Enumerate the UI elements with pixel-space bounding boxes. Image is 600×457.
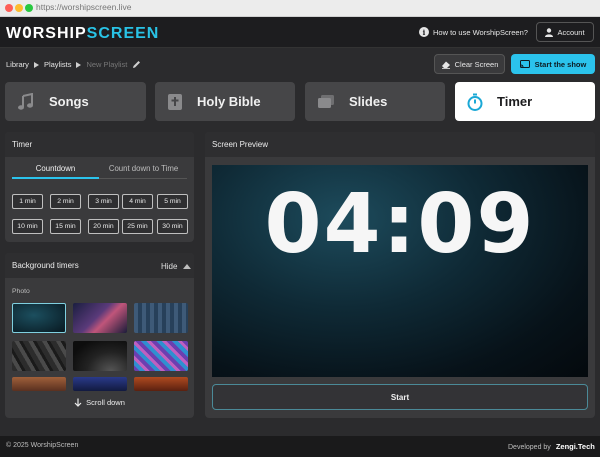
timer-panel: Timer Countdown Count down to Time 1 min…: [5, 132, 194, 242]
tab-holy-bible-label: Holy Bible: [197, 94, 261, 109]
start-timer-button[interactable]: Start: [212, 384, 588, 410]
preview-screen: 04:09: [212, 165, 588, 377]
breadcrumb-playlists[interactable]: Playlists: [44, 60, 72, 69]
active-tab-indicator: [12, 177, 99, 179]
preset-25-min[interactable]: 25 min: [122, 219, 153, 234]
background-thumbnail[interactable]: [134, 341, 188, 371]
breadcrumb-library[interactable]: Library: [6, 60, 29, 69]
preset-30-min[interactable]: 30 min: [157, 219, 188, 234]
background-thumbnail[interactable]: [12, 341, 66, 371]
stopwatch-icon: [467, 93, 483, 111]
developed-by-label: Developed by: [508, 444, 551, 451]
tab-timer[interactable]: Timer: [455, 82, 595, 121]
chevron-right-icon: [33, 61, 39, 68]
tab-songs[interactable]: Songs: [5, 82, 146, 121]
footer: © 2025 WorshipScreen Developed by Zengi.T…: [0, 436, 600, 457]
how-to-label: How to use WorshipScreen?: [433, 27, 528, 37]
hide-toggle[interactable]: Hide: [161, 262, 192, 271]
copyright-text: © 2025 WorshipScreen: [6, 442, 79, 449]
tab-count-down-to-time[interactable]: Count down to Time: [100, 164, 187, 173]
photo-section-label: Photo: [12, 288, 30, 295]
preset-4-min[interactable]: 4 min: [122, 194, 153, 209]
how-to-link[interactable]: i How to use WorshipScreen?: [419, 27, 528, 37]
clear-screen-label: Clear Screen: [454, 59, 499, 69]
scroll-down-button[interactable]: Scroll down: [5, 398, 194, 407]
maximize-window-icon[interactable]: [25, 4, 33, 12]
tab-songs-label: Songs: [49, 94, 89, 109]
address-bar[interactable]: https://worshipscreen.live: [36, 2, 131, 12]
app-header: WORSHIPSCREEN i How to use WorshipScreen…: [0, 17, 600, 48]
start-show-label: Start the show: [534, 59, 587, 69]
eraser-icon: [441, 61, 450, 69]
developer-credit: Developed by Zengi.Tech: [508, 442, 595, 451]
chevron-up-icon: [183, 264, 192, 269]
clear-screen-button[interactable]: Clear Screen: [434, 54, 505, 74]
account-button[interactable]: Account: [536, 22, 594, 42]
preset-10-min[interactable]: 10 min: [12, 219, 43, 234]
background-thumbnail[interactable]: [134, 303, 188, 333]
user-icon: [545, 27, 554, 37]
background-thumbnail[interactable]: [73, 341, 127, 371]
minimize-window-icon[interactable]: [15, 4, 23, 12]
preset-5-min[interactable]: 5 min: [157, 194, 188, 209]
edit-pencil-icon[interactable]: [132, 60, 141, 69]
tab-countdown[interactable]: Countdown: [12, 164, 99, 173]
background-thumbnail[interactable]: [73, 377, 127, 391]
preset-1-min[interactable]: 1 min: [12, 194, 43, 209]
tab-slides-label: Slides: [349, 94, 388, 109]
arrow-down-icon: [74, 398, 82, 407]
account-label: Account: [557, 27, 585, 37]
timer-panel-title: Timer: [5, 132, 194, 157]
background-thumbnail[interactable]: [12, 303, 66, 333]
screen-preview-panel: Screen Preview 04:09 Start: [205, 132, 595, 418]
app-logo[interactable]: WORSHIPSCREEN: [6, 23, 159, 43]
scroll-down-label: Scroll down: [86, 398, 125, 407]
breadcrumb: Library Playlists New Playlist: [6, 60, 141, 69]
music-note-icon: [18, 92, 33, 110]
background-timers-panel: Background timers Hide Photo Scroll down: [5, 253, 194, 418]
tab-timer-label: Timer: [497, 94, 533, 109]
info-icon: i: [419, 27, 429, 37]
bible-icon: [168, 93, 182, 110]
timer-mode-tabs: Countdown Count down to Time: [12, 164, 187, 180]
preset-15-min[interactable]: 15 min: [50, 219, 81, 234]
preset-3-min[interactable]: 3 min: [88, 194, 119, 209]
background-thumbnail[interactable]: [73, 303, 127, 333]
tab-holy-bible[interactable]: Holy Bible: [155, 82, 295, 121]
start-show-button[interactable]: Start the show: [511, 54, 595, 74]
background-thumbnail[interactable]: [12, 377, 66, 391]
screen-preview-title: Screen Preview: [205, 132, 595, 157]
browser-chrome: https://worshipscreen.live: [0, 0, 600, 17]
background-thumbnail[interactable]: [134, 377, 188, 391]
close-window-icon[interactable]: [5, 4, 13, 12]
cast-icon: [519, 59, 530, 68]
hide-label: Hide: [161, 262, 178, 271]
countdown-clock: 04:09: [264, 177, 536, 272]
breadcrumb-current-playlist: New Playlist: [86, 60, 128, 69]
tab-slides[interactable]: Slides: [305, 82, 445, 121]
preset-20-min[interactable]: 20 min: [88, 219, 119, 234]
preset-2-min[interactable]: 2 min: [50, 194, 81, 209]
developer-link[interactable]: Zengi.Tech: [556, 442, 595, 451]
slides-icon: [318, 94, 334, 108]
chevron-right-icon: [76, 61, 82, 68]
